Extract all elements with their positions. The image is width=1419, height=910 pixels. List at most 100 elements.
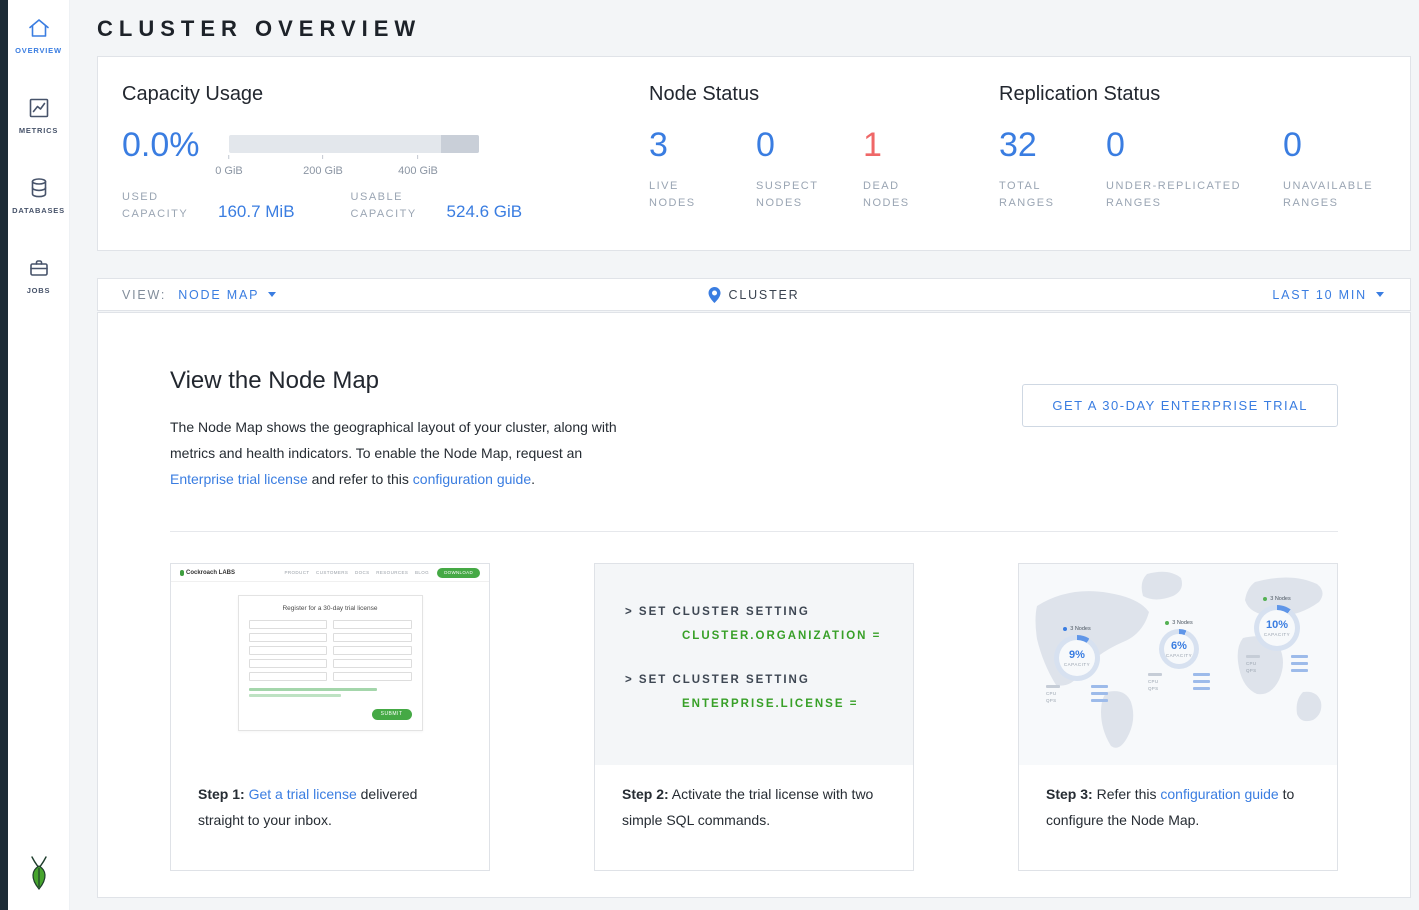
code-line: > SET CLUSTER SETTING: [625, 605, 913, 619]
mini-register-form: Register for a 30-day trial license SUBM…: [238, 595, 423, 731]
live-nodes-value: 3: [649, 128, 756, 162]
database-icon: [26, 176, 52, 200]
enterprise-trial-license-link[interactable]: Enterprise trial license: [170, 471, 308, 487]
step1-caption: Step 1: Get a trial license delivered st…: [171, 765, 489, 870]
configuration-guide-link[interactable]: configuration guide: [413, 471, 531, 487]
mini-nav: PRODUCT CUSTOMERS DOCS RESOURCES BLOG: [284, 570, 429, 575]
suspect-nodes-stat: 0 SUSPECT NODES: [756, 128, 863, 212]
code-line: ENTERPRISE.LICENSE =: [682, 697, 913, 711]
step3-map-preview: 3 Nodes 9% CAPACITY CPU: [1019, 564, 1337, 765]
view-selector-dropdown[interactable]: NODE MAP: [178, 288, 276, 302]
dead-nodes-value: 1: [863, 128, 970, 162]
chevron-down-icon: [268, 292, 276, 297]
window-edge: [0, 0, 8, 910]
used-capacity-value: 160.7 MiB: [218, 202, 295, 223]
cluster-stats: CPU QPS: [1148, 671, 1210, 692]
step1-preview-image: Cockroach LABS PRODUCT CUSTOMERS DOCS RE…: [171, 564, 489, 765]
mini-submit-button: SUBMIT: [372, 709, 412, 720]
live-nodes-stat: 3 LIVE NODES: [649, 128, 756, 212]
total-ranges-value: 32: [999, 128, 1106, 162]
sidebar: OVERVIEW METRICS DATABASES: [8, 0, 70, 910]
page-title: CLUSTER OVERVIEW: [97, 0, 1411, 56]
capacity-bar-tail: [441, 135, 479, 153]
description-text: and refer to this: [308, 471, 413, 487]
step3-label: Step 3:: [1046, 786, 1093, 802]
cockroach-labs-logo[interactable]: [25, 855, 53, 896]
map-cluster-6: 3 Nodes 6% CAPACITY CPU: [1135, 620, 1223, 692]
cluster-label: CLUSTER: [729, 288, 800, 302]
map-cluster-9: 3 Nodes 9% CAPACITY CPU: [1033, 626, 1121, 704]
axis-tick: 200 GiB: [303, 153, 343, 179]
description-text: .: [531, 471, 535, 487]
node-status-title: Node Status: [649, 83, 999, 106]
used-capacity-label: USED CAPACITY: [122, 189, 202, 223]
unavailable-ranges-value: 0: [1283, 128, 1390, 162]
capacity-bar: [229, 135, 479, 153]
capacity-percent: 0.0%: [122, 128, 229, 175]
step3-card: 3 Nodes 9% CAPACITY CPU: [1018, 563, 1338, 871]
sidebar-item-label: DATABASES: [12, 206, 65, 215]
enterprise-trial-button[interactable]: GET A 30-DAY ENTERPRISE TRIAL: [1022, 384, 1338, 427]
capacity-usage-title: Capacity Usage: [122, 83, 649, 106]
axis-tick: 0 GiB: [215, 153, 243, 179]
sidebar-item-overview[interactable]: OVERVIEW: [8, 16, 69, 96]
dead-nodes-label: DEAD NODES: [863, 178, 937, 212]
capacity-donut: 9% CAPACITY: [1054, 635, 1100, 681]
description-text: The Node Map shows the geographical layo…: [170, 419, 617, 461]
node-map-description: The Node Map shows the geographical layo…: [170, 414, 636, 492]
capacity-donut: 10% CAPACITY: [1254, 605, 1300, 651]
mini-download-button: DOWNLOAD: [437, 568, 480, 578]
metrics-icon: [26, 96, 52, 120]
replication-status-title: Replication Status: [999, 83, 1410, 106]
usable-capacity-label: USABLE CAPACITY: [351, 189, 431, 223]
under-replicated-ranges-value: 0: [1106, 128, 1283, 162]
cluster-stats: CPU QPS: [1246, 653, 1308, 674]
unavailable-ranges-stat: 0 UNAVAILABLE RANGES: [1283, 128, 1390, 212]
step2-caption: Step 2: Activate the trial license with …: [595, 765, 913, 870]
chevron-down-icon: [1376, 292, 1384, 297]
axis-tick: 400 GiB: [398, 153, 438, 179]
cluster-stats: CPU QPS: [1046, 683, 1108, 704]
get-trial-license-link[interactable]: Get a trial license: [249, 786, 357, 802]
usable-capacity-value: 524.6 GiB: [447, 202, 523, 223]
sidebar-item-jobs[interactable]: JOBS: [8, 256, 69, 336]
node-map-panel: View the Node Map The Node Map shows the…: [97, 312, 1411, 898]
unavailable-ranges-label: UNAVAILABLE RANGES: [1283, 178, 1395, 212]
suspect-nodes-label: SUSPECT NODES: [756, 178, 830, 212]
sidebar-item-label: OVERVIEW: [15, 46, 62, 55]
cluster-nodes-label: 3 Nodes: [1033, 626, 1121, 632]
time-range-dropdown[interactable]: LAST 10 MIN: [1272, 288, 1384, 302]
view-selector-value: NODE MAP: [178, 288, 259, 302]
used-capacity-stat: USED CAPACITY 160.7 MiB: [122, 189, 295, 223]
cluster-summary-card: Capacity Usage 0.0% 0 GiB 200 GiB 400 Gi…: [97, 56, 1411, 251]
step1-card: Cockroach LABS PRODUCT CUSTOMERS DOCS RE…: [170, 563, 490, 871]
home-icon: [26, 16, 52, 40]
node-map-title: View the Node Map: [170, 367, 636, 395]
sidebar-item-databases[interactable]: DATABASES: [8, 176, 69, 256]
capacity-bar-chart: 0 GiB 200 GiB 400 GiB: [229, 128, 479, 175]
sidebar-item-metrics[interactable]: METRICS: [8, 96, 69, 176]
app-root: OVERVIEW METRICS DATABASES: [0, 0, 1419, 910]
usable-capacity-stat: USABLE CAPACITY 524.6 GiB: [351, 189, 523, 223]
briefcase-icon: [26, 256, 52, 280]
code-line: CLUSTER.ORGANIZATION =: [682, 629, 913, 643]
total-ranges-label: TOTAL RANGES: [999, 178, 1073, 212]
mini-form-fields: [249, 620, 412, 681]
location-pin-icon: [709, 287, 721, 303]
sidebar-item-label: METRICS: [19, 126, 58, 135]
live-nodes-label: LIVE NODES: [649, 178, 723, 212]
step2-code-preview: > SET CLUSTER SETTING CLUSTER.ORGANIZATI…: [595, 564, 913, 765]
node-status-section: Node Status 3 LIVE NODES 0 SUSPECT NODES…: [649, 83, 999, 250]
under-replicated-ranges-label: UNDER-REPLICATED RANGES: [1106, 178, 1258, 212]
cluster-nodes-label: 3 Nodes: [1135, 620, 1223, 626]
code-line: > SET CLUSTER SETTING: [625, 673, 913, 687]
configuration-guide-link[interactable]: configuration guide: [1160, 786, 1278, 802]
section-divider: [170, 531, 1338, 532]
time-range-value: LAST 10 MIN: [1272, 288, 1367, 302]
cluster-nodes-label: 3 Nodes: [1233, 596, 1321, 602]
step3-caption: Step 3: Refer this configuration guide t…: [1019, 765, 1337, 870]
mini-brand: Cockroach LABS: [180, 570, 235, 576]
capacity-axis: 0 GiB 200 GiB 400 GiB: [229, 153, 479, 175]
locality-dot-icon: [1165, 621, 1169, 625]
capacity-donut: 6% CAPACITY: [1159, 629, 1199, 669]
